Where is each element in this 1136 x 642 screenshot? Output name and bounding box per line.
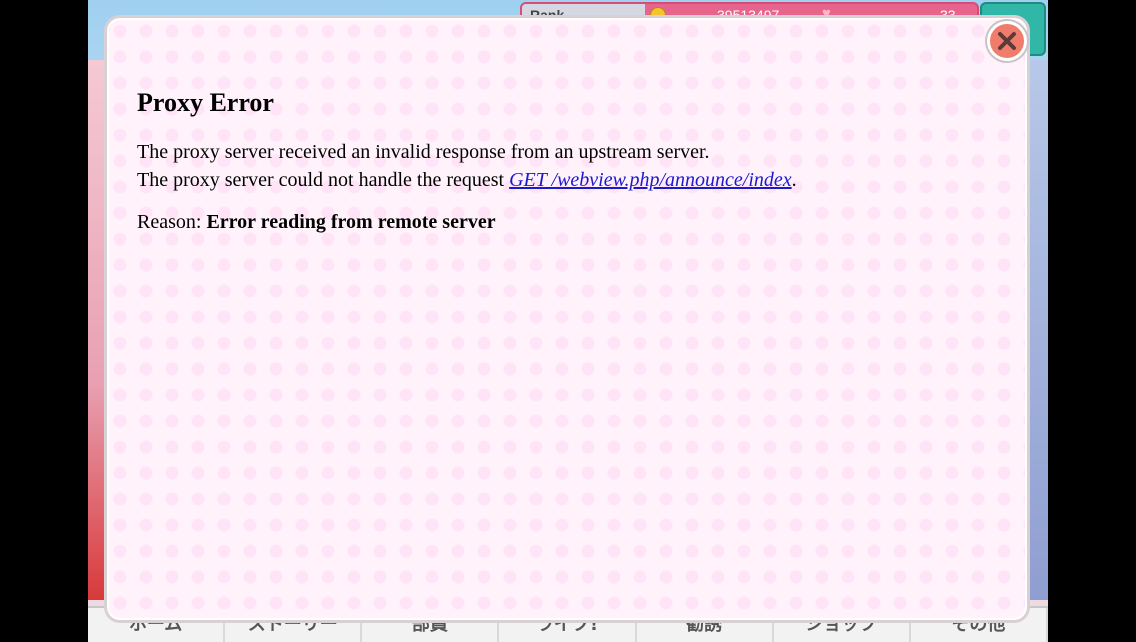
request-prefix: The proxy server could not handle the re… — [137, 169, 510, 191]
reason-label: Reason: — [137, 211, 207, 233]
request-link[interactable]: GET /webview.php/announce/index — [509, 169, 792, 191]
close-button[interactable] — [987, 21, 1027, 61]
webview-modal: Proxy Error The proxy server received an… — [104, 15, 1030, 623]
background-art-right — [1028, 60, 1048, 600]
request-suffix: . — [791, 169, 797, 191]
close-x-icon — [998, 32, 1016, 50]
error-message-line2: The proxy server could not handle the re… — [137, 166, 997, 194]
error-title: Proxy Error — [137, 88, 274, 117]
error-content: Proxy Error The proxy server received an… — [137, 88, 997, 236]
reason-value: Error reading from remote server — [206, 211, 496, 233]
error-reason: Reason: Error reading from remote server — [137, 208, 997, 236]
error-message-line1: The proxy server received an invalid res… — [137, 141, 710, 163]
